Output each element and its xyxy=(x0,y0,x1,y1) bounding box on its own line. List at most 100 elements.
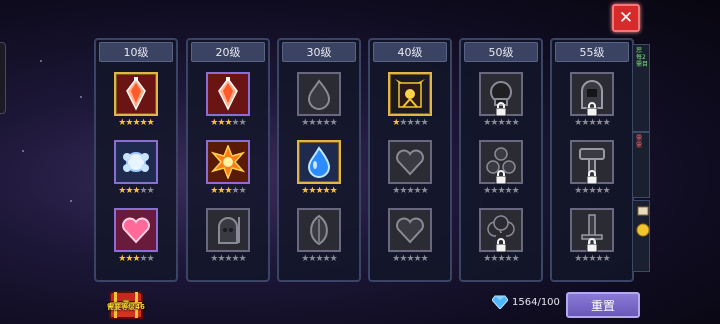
star-rating: ★ ★ ★ ★ ★ xyxy=(114,119,158,128)
star-empty-icon: ★ xyxy=(392,254,400,264)
skill-slot[interactable]: ★ ★ ★ ★ ★ xyxy=(461,208,541,274)
star-filled-icon: ★ xyxy=(217,186,225,196)
skill-slot[interactable]: ★ ★ ★ ★ ★ xyxy=(552,208,632,274)
star-rating: ★ ★ ★ ★ ★ xyxy=(479,187,523,196)
skill-tile[interactable] xyxy=(206,140,250,184)
star-rating: ★ ★ ★ ★ ★ xyxy=(570,119,614,128)
star-empty-icon: ★ xyxy=(588,254,596,264)
star-empty-icon: ★ xyxy=(399,186,407,196)
skill-slot[interactable]: ★ ★ ★ ★ ★ xyxy=(96,208,176,274)
star-empty-icon: ★ xyxy=(490,254,498,264)
star-empty-icon: ★ xyxy=(217,254,225,264)
skill-slot[interactable]: ★ ★ ★ ★ ★ xyxy=(188,72,268,138)
skill-slot[interactable]: ★ ★ ★ ★ ★ xyxy=(461,72,541,138)
lock-icon xyxy=(586,102,598,116)
skill-tile[interactable] xyxy=(297,140,341,184)
star-filled-icon: ★ xyxy=(118,118,126,128)
skill-tile[interactable] xyxy=(297,72,341,116)
star-empty-icon: ★ xyxy=(595,118,604,128)
side-note: 惩 每2 需目 xyxy=(636,47,649,68)
level-column-header: 55级 xyxy=(555,42,629,62)
star-empty-icon: ★ xyxy=(146,254,155,264)
star-filled-icon: ★ xyxy=(210,186,218,196)
star-empty-icon: ★ xyxy=(224,254,232,264)
skill-slot[interactable]: ★ ★ ★ ★ ★ xyxy=(188,208,268,274)
skill-slot[interactable]: ★ ★ ★ ★ ★ xyxy=(279,140,359,206)
level-column-header: 40级 xyxy=(373,42,447,62)
star-empty-icon: ★ xyxy=(322,118,331,128)
star-empty-icon: ★ xyxy=(511,186,520,196)
skill-slot[interactable]: ★ ★ ★ ★ ★ xyxy=(96,140,176,206)
reset-button[interactable]: 重置 xyxy=(566,292,640,318)
star-empty-icon: ★ xyxy=(497,254,505,264)
skill-tile[interactable] xyxy=(388,72,432,116)
level-column-header: 20级 xyxy=(191,42,265,62)
skill-slot[interactable]: ★ ★ ★ ★ ★ xyxy=(96,72,176,138)
skill-tile[interactable] xyxy=(297,208,341,252)
skill-tile[interactable] xyxy=(388,140,432,184)
close-button[interactable]: ✕ xyxy=(612,4,640,32)
star-empty-icon: ★ xyxy=(504,186,513,196)
side-panel-bottom[interactable] xyxy=(632,200,650,272)
star-empty-icon: ★ xyxy=(238,118,247,128)
star-filled-icon: ★ xyxy=(301,186,309,196)
bg-star xyxy=(40,60,42,62)
edge-tab[interactable] xyxy=(0,42,6,114)
skill-slot[interactable]: ★ ★ ★ ★ ★ xyxy=(370,140,450,206)
fire-drop-icon xyxy=(307,79,331,110)
star-empty-icon: ★ xyxy=(406,118,414,128)
star-filled-icon: ★ xyxy=(132,186,140,196)
star-rating: ★ ★ ★ ★ ★ xyxy=(297,255,341,264)
level-column: 20级 ★ ★ ★ ★ ★ ★ ★ ★ ★ ★ ★ ★ ★ ★ ★ xyxy=(186,38,270,282)
star-filled-icon: ★ xyxy=(217,118,225,128)
star-filled-icon: ★ xyxy=(125,254,133,264)
star-empty-icon: ★ xyxy=(413,186,422,196)
star-filled-icon: ★ xyxy=(315,186,323,196)
skill-tile[interactable] xyxy=(206,72,250,116)
star-rating: ★ ★ ★ ★ ★ xyxy=(479,255,523,264)
star-empty-icon: ★ xyxy=(231,254,240,264)
skill-tile[interactable] xyxy=(388,208,432,252)
star-empty-icon: ★ xyxy=(413,254,422,264)
skill-slot[interactable]: ★ ★ ★ ★ ★ xyxy=(552,72,632,138)
side-panel-mid[interactable]: 需 需 xyxy=(632,132,650,198)
star-empty-icon: ★ xyxy=(406,254,414,264)
close-icon: ✕ xyxy=(618,8,634,28)
skill-tile[interactable] xyxy=(114,72,158,116)
reaper-icon xyxy=(218,217,240,244)
flame-crystal-icon xyxy=(126,77,146,111)
star-empty-icon: ★ xyxy=(504,118,513,128)
skill-tile[interactable] xyxy=(114,140,158,184)
star-empty-icon: ★ xyxy=(511,254,520,264)
skill-slot[interactable]: ★ ★ ★ ★ ★ xyxy=(552,140,632,206)
star-empty-icon: ★ xyxy=(231,186,240,196)
star-filled-icon: ★ xyxy=(322,186,331,196)
skill-slot[interactable]: ★ ★ ★ ★ ★ xyxy=(370,72,450,138)
skill-tile[interactable] xyxy=(114,208,158,252)
star-empty-icon: ★ xyxy=(581,186,589,196)
level-column: 40级 ★ ★ ★ ★ ★ ★ ★ ★ ★ ★ ★ ★ ★ ★ ★ xyxy=(368,38,452,282)
star-empty-icon: ★ xyxy=(420,186,429,196)
reset-button-label: 重置 xyxy=(590,298,615,313)
star-rating: ★ ★ ★ ★ ★ xyxy=(206,255,250,264)
skill-slot[interactable]: ★ ★ ★ ★ ★ xyxy=(370,208,450,274)
star-empty-icon: ★ xyxy=(322,254,331,264)
star-empty-icon: ★ xyxy=(574,186,582,196)
skill-slot[interactable]: ★ ★ ★ ★ ★ xyxy=(188,140,268,206)
skill-slot[interactable]: ★ ★ ★ ★ ★ xyxy=(279,72,359,138)
skill-slot[interactable]: ★ ★ ★ ★ ★ xyxy=(279,208,359,274)
side-panel-top[interactable]: 惩 每2 需目 xyxy=(632,44,650,132)
level-reward-board: 10级 ★ ★ ★ ★ ★ ★ ★ ★ ★ ★ ★ ★ ★ ★ ★ 20级 ★ ★ ★ ★ ★ ★ ★ ★ ★ ★ ★ ★ ★ ★ ★ 30级 ★… xyxy=(94,38,642,282)
bg-star xyxy=(80,96,82,98)
star-empty-icon: ★ xyxy=(238,186,247,196)
level-column: 10级 ★ ★ ★ ★ ★ ★ ★ ★ ★ ★ ★ ★ ★ ★ ★ xyxy=(94,38,178,282)
star-empty-icon: ★ xyxy=(139,186,148,196)
star-rating: ★ ★ ★ ★ ★ xyxy=(570,187,614,196)
star-empty-icon: ★ xyxy=(301,118,309,128)
skill-slot[interactable]: ★ ★ ★ ★ ★ xyxy=(461,140,541,206)
star-empty-icon: ★ xyxy=(329,118,338,128)
explosion-icon xyxy=(211,145,245,179)
star-empty-icon: ★ xyxy=(231,118,240,128)
skill-tile[interactable] xyxy=(206,208,250,252)
star-empty-icon: ★ xyxy=(602,186,611,196)
